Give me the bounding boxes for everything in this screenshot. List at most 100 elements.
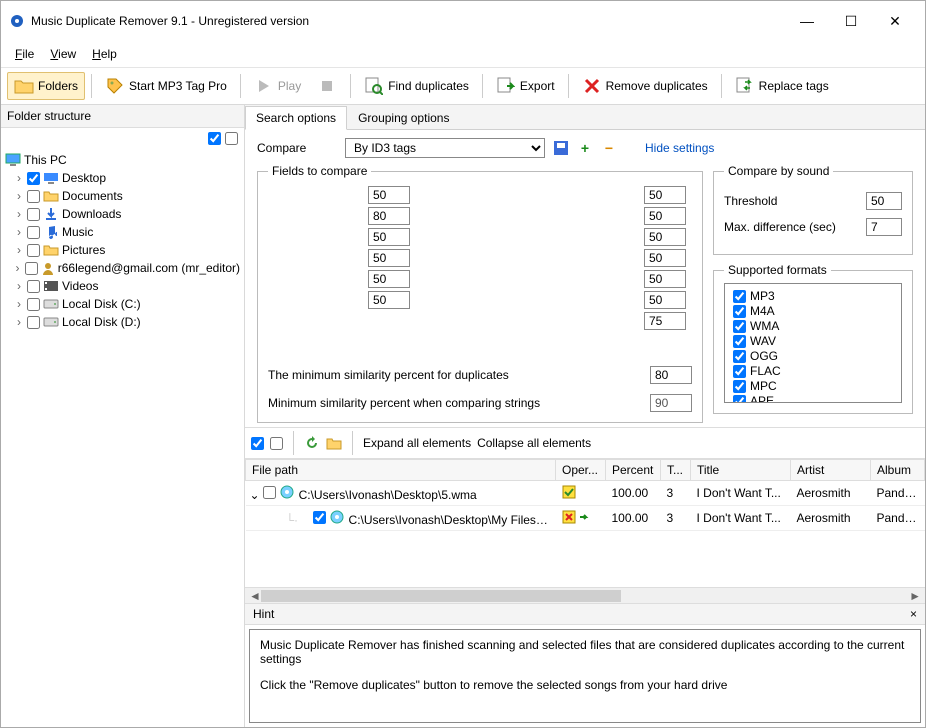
field-threshold-input[interactable] <box>368 270 410 288</box>
expand-icon[interactable]: › <box>14 189 24 203</box>
expand-all-link[interactable]: Expand all elements <box>363 436 471 450</box>
tab-search-options[interactable]: Search options <box>245 106 347 130</box>
compare-select[interactable]: By ID3 tags <box>345 138 545 158</box>
format-item[interactable]: WAV <box>733 334 893 348</box>
col-artist[interactable]: Artist <box>791 460 871 481</box>
row-checkbox[interactable] <box>313 511 326 524</box>
tree-root[interactable]: This PC <box>5 151 240 169</box>
tab-grouping-options[interactable]: Grouping options <box>347 106 460 130</box>
remove-preset-icon[interactable]: − <box>601 140 617 156</box>
refresh-icon[interactable] <box>304 435 320 451</box>
expand-icon[interactable]: › <box>14 243 24 257</box>
field-threshold-input[interactable] <box>644 228 686 246</box>
menu-help[interactable]: Help <box>84 43 125 65</box>
maximize-button[interactable]: ☐ <box>829 7 873 35</box>
field-threshold-input[interactable] <box>644 186 686 204</box>
save-preset-icon[interactable] <box>553 140 569 156</box>
tree-item-checkbox[interactable] <box>27 208 40 221</box>
format-item[interactable]: MP3 <box>733 289 893 303</box>
format-checkbox[interactable] <box>733 305 746 318</box>
format-item[interactable]: WMA <box>733 319 893 333</box>
col-oper[interactable]: Oper... <box>556 460 606 481</box>
format-item[interactable]: FLAC <box>733 364 893 378</box>
check-all-dup[interactable] <box>251 437 264 450</box>
folder-open-icon[interactable] <box>326 435 342 451</box>
play-button[interactable]: Play <box>247 72 308 100</box>
tree-item[interactable]: ›Local Disk (D:) <box>5 313 240 331</box>
collapse-all-link[interactable]: Collapse all elements <box>477 436 591 450</box>
col-file[interactable]: File path <box>246 460 556 481</box>
expand-icon[interactable]: › <box>14 207 24 221</box>
threshold-input[interactable] <box>866 192 902 210</box>
export-button[interactable]: Export <box>489 72 562 100</box>
stop-button[interactable] <box>310 72 344 100</box>
field-threshold-input[interactable] <box>644 312 686 330</box>
field-threshold-input[interactable] <box>368 249 410 267</box>
close-button[interactable]: ✕ <box>873 7 917 35</box>
tree-item[interactable]: ›Local Disk (C:) <box>5 295 240 313</box>
format-checkbox[interactable] <box>733 335 746 348</box>
tree-item[interactable]: ›Downloads <box>5 205 240 223</box>
tree-item-checkbox[interactable] <box>27 280 40 293</box>
min-dup-input[interactable] <box>650 366 692 384</box>
add-preset-icon[interactable]: + <box>577 140 593 156</box>
remove-duplicates-button[interactable]: Remove duplicates <box>575 72 715 100</box>
format-item[interactable]: M4A <box>733 304 893 318</box>
format-checkbox[interactable] <box>733 290 746 303</box>
maxdiff-input[interactable] <box>866 218 902 236</box>
tree-item[interactable]: ›Pictures <box>5 241 240 259</box>
uncheck-all-folders[interactable] <box>225 132 238 145</box>
start-tag-pro-button[interactable]: Start MP3 Tag Pro <box>98 72 234 100</box>
row-checkbox[interactable] <box>263 486 276 499</box>
field-threshold-input[interactable] <box>368 228 410 246</box>
format-checkbox[interactable] <box>733 395 746 404</box>
tree-item[interactable]: ›Desktop <box>5 169 240 187</box>
menu-view[interactable]: View <box>42 43 84 65</box>
col-percent[interactable]: Percent <box>606 460 661 481</box>
field-threshold-input[interactable] <box>644 249 686 267</box>
hide-settings-link[interactable]: Hide settings <box>645 141 714 155</box>
expand-icon[interactable]: › <box>14 279 24 293</box>
field-threshold-input[interactable] <box>644 207 686 225</box>
tree-item-checkbox[interactable] <box>27 316 40 329</box>
field-threshold-input[interactable] <box>368 207 410 225</box>
tree-item-checkbox[interactable] <box>27 226 40 239</box>
format-item[interactable]: OGG <box>733 349 893 363</box>
tree-item[interactable]: ›Videos <box>5 277 240 295</box>
tree-item-checkbox[interactable] <box>27 298 40 311</box>
expand-icon[interactable]: › <box>14 171 24 185</box>
horizontal-scrollbar[interactable]: ◄ ► <box>245 587 925 603</box>
format-checkbox[interactable] <box>733 380 746 393</box>
field-threshold-input[interactable] <box>644 291 686 309</box>
expand-icon[interactable]: › <box>14 297 24 311</box>
format-checkbox[interactable] <box>733 365 746 378</box>
tree-item[interactable]: ›Music <box>5 223 240 241</box>
field-threshold-input[interactable] <box>368 291 410 309</box>
format-item[interactable]: APE <box>733 394 893 403</box>
col-t[interactable]: T... <box>661 460 691 481</box>
expand-icon[interactable]: › <box>14 315 24 329</box>
tree-item-checkbox[interactable] <box>27 244 40 257</box>
table-row[interactable]: ⌄ C:\Users\Ivonash\Desktop\5.wma100.003I… <box>246 481 925 506</box>
table-row[interactable]: └· C:\Users\Ivonash\Desktop\My Files\Inp… <box>246 506 925 531</box>
tree-item[interactable]: ›Documents <box>5 187 240 205</box>
hint-close-icon[interactable]: × <box>910 607 917 621</box>
tree-item-checkbox[interactable] <box>27 190 40 203</box>
tree-item[interactable]: ›r66legend@gmail.com (mr_editor) <box>5 259 240 277</box>
replace-tags-button[interactable]: Replace tags <box>728 72 836 100</box>
tree-item-checkbox[interactable] <box>25 262 38 275</box>
row-expand-icon[interactable]: ⌄ <box>250 488 260 502</box>
col-album[interactable]: Album <box>871 460 925 481</box>
check-all-folders[interactable] <box>208 132 221 145</box>
field-threshold-input[interactable] <box>644 270 686 288</box>
expand-icon[interactable]: › <box>13 261 22 275</box>
expand-icon[interactable]: › <box>14 225 24 239</box>
field-threshold-input[interactable] <box>368 186 410 204</box>
format-item[interactable]: MPC <box>733 379 893 393</box>
tree-item-checkbox[interactable] <box>27 172 40 185</box>
col-title[interactable]: Title <box>691 460 791 481</box>
uncheck-all-dup[interactable] <box>270 437 283 450</box>
format-checkbox[interactable] <box>733 350 746 363</box>
folders-button[interactable]: Folders <box>7 72 85 100</box>
menu-file[interactable]: File <box>7 43 42 65</box>
